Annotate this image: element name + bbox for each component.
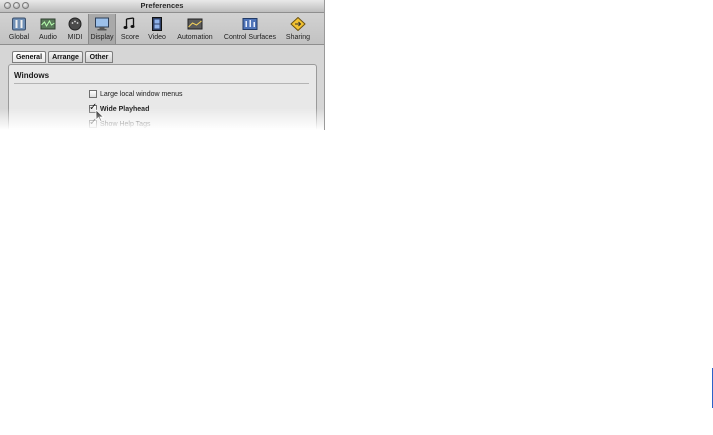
midi-icon bbox=[68, 17, 82, 31]
audio-icon bbox=[40, 18, 56, 30]
toolbar-video-button[interactable]: Video bbox=[145, 14, 169, 44]
toolbar-sharing-button[interactable]: Sharing bbox=[283, 14, 313, 44]
toolbar-display-button[interactable]: Display bbox=[88, 14, 116, 44]
control-surfaces-icon bbox=[242, 18, 258, 30]
windows-section-heading: Windows bbox=[14, 71, 50, 80]
tab-other[interactable]: Other bbox=[85, 51, 113, 63]
toolbar-score-button[interactable]: Score bbox=[118, 14, 142, 44]
section-divider bbox=[14, 83, 309, 84]
sharing-icon bbox=[290, 17, 306, 31]
toolbar-automation-button[interactable]: Automation bbox=[173, 14, 217, 44]
display-icon bbox=[95, 17, 109, 31]
toolbar-control-surfaces-button[interactable]: Control Surfaces bbox=[219, 14, 281, 44]
toolbar-global-button[interactable]: Global bbox=[7, 14, 31, 44]
tab-general[interactable]: General bbox=[12, 51, 46, 63]
video-icon bbox=[152, 17, 162, 31]
global-icon bbox=[12, 17, 26, 31]
large-local-window-menus-checkbox[interactable] bbox=[89, 90, 97, 98]
preferences-window: Preferences Global Audio MIDI Display Sc… bbox=[0, 0, 325, 130]
toolbar-midi-button[interactable]: MIDI bbox=[63, 14, 87, 44]
preferences-toolbar: Global Audio MIDI Display Score Video Au… bbox=[0, 13, 324, 45]
toolbar-audio-button[interactable]: Audio bbox=[36, 14, 60, 44]
tab-arrange[interactable]: Arrange bbox=[48, 51, 83, 63]
window-title: Preferences bbox=[140, 1, 184, 10]
automation-icon bbox=[187, 18, 203, 30]
score-icon bbox=[123, 17, 135, 29]
title-bar[interactable]: Preferences bbox=[0, 0, 324, 13]
mouse-pointer-icon bbox=[95, 109, 104, 122]
